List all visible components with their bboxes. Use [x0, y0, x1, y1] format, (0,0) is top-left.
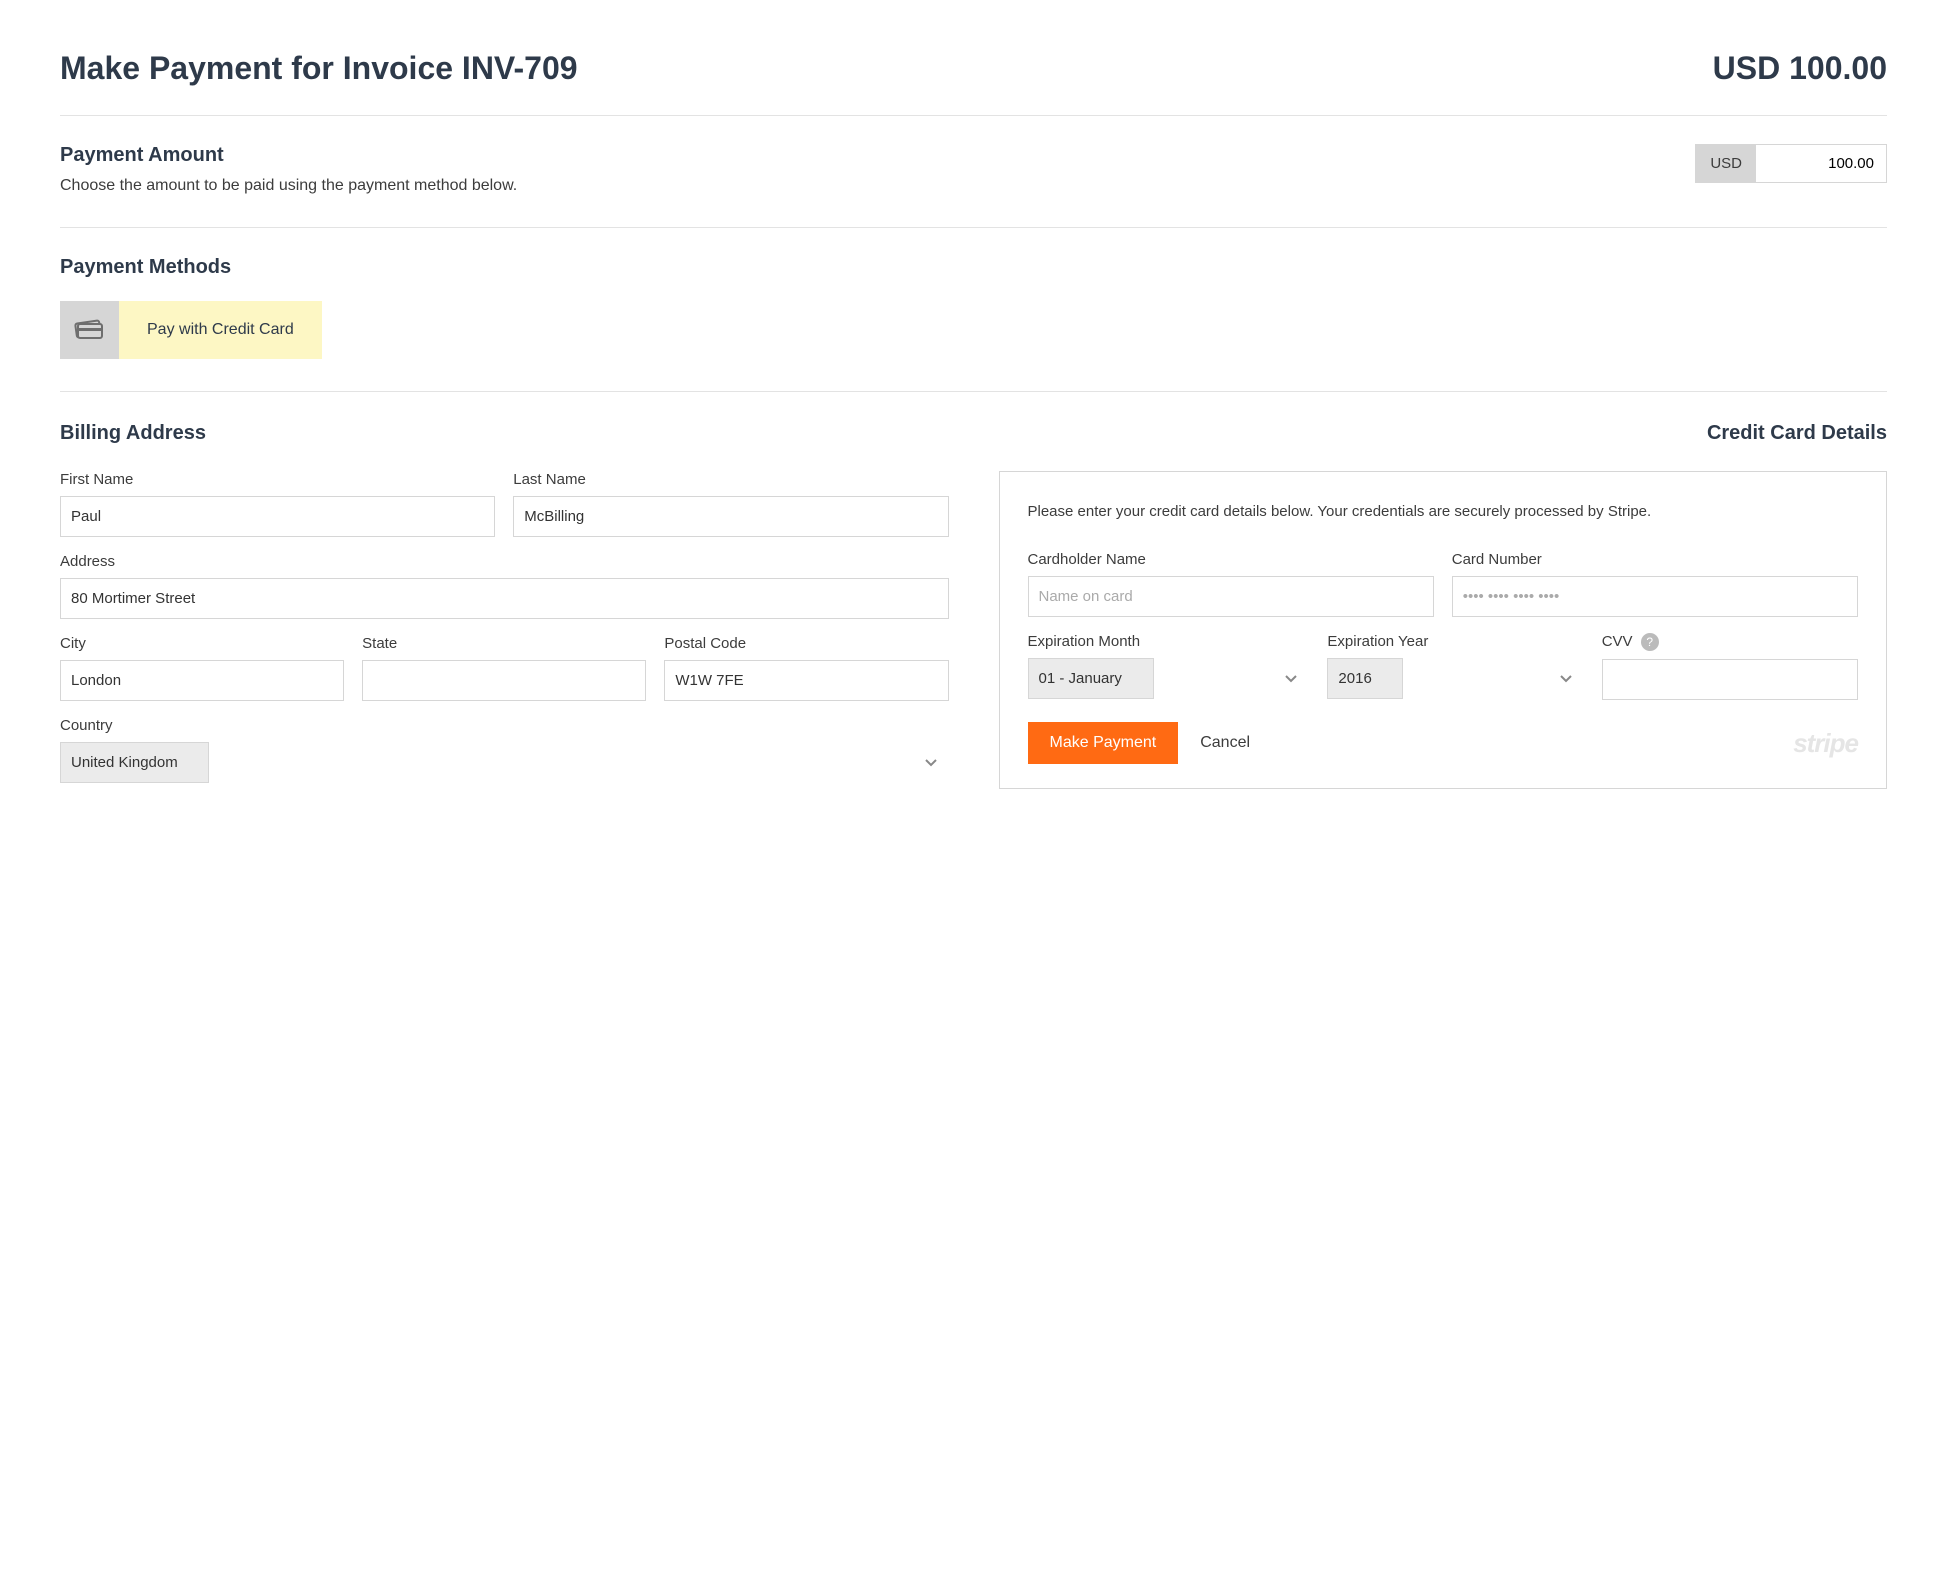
- billing-address-heading: Billing Address: [60, 422, 949, 445]
- page-title: Make Payment for Invoice INV-709: [60, 50, 578, 87]
- exp-year-select[interactable]: 2016: [1327, 658, 1403, 699]
- stripe-logo: stripe: [1793, 728, 1858, 759]
- currency-label: USD: [1696, 145, 1756, 182]
- last-name-input[interactable]: [513, 496, 948, 537]
- cancel-button[interactable]: Cancel: [1200, 734, 1250, 752]
- payment-amount-heading: Payment Amount: [60, 144, 517, 167]
- address-input[interactable]: [60, 578, 949, 619]
- payment-amount-input[interactable]: [1756, 145, 1886, 182]
- state-label: State: [362, 635, 646, 652]
- country-select[interactable]: United Kingdom: [60, 742, 209, 783]
- payment-amount-input-group: USD: [1695, 144, 1887, 183]
- first-name-input[interactable]: [60, 496, 495, 537]
- card-panel-note: Please enter your credit card details be…: [1028, 500, 1859, 523]
- card-number-label: Card Number: [1452, 551, 1858, 568]
- credit-card-details-heading: Credit Card Details: [999, 422, 1888, 445]
- exp-month-label: Expiration Month: [1028, 633, 1310, 650]
- exp-month-select[interactable]: 01 - January: [1028, 658, 1154, 699]
- cvv-label: CVV ?: [1602, 633, 1858, 651]
- city-label: City: [60, 635, 344, 652]
- postal-code-label: Postal Code: [664, 635, 948, 652]
- payment-amount-subtext: Choose the amount to be paid using the p…: [60, 177, 517, 195]
- last-name-label: Last Name: [513, 471, 948, 488]
- exp-year-label: Expiration Year: [1327, 633, 1583, 650]
- city-input[interactable]: [60, 660, 344, 701]
- country-label: Country: [60, 717, 949, 734]
- card-number-input[interactable]: [1452, 576, 1858, 617]
- payment-method-label: Pay with Credit Card: [118, 301, 322, 359]
- cvv-label-text: CVV: [1602, 633, 1633, 650]
- invoice-amount: USD 100.00: [1713, 50, 1887, 87]
- payment-method-credit-card[interactable]: Pay with Credit Card: [60, 301, 322, 359]
- chevron-down-icon: [1560, 675, 1572, 683]
- help-icon[interactable]: ?: [1641, 633, 1659, 651]
- chevron-down-icon: [925, 759, 937, 767]
- credit-card-icon: [60, 301, 118, 359]
- make-payment-button[interactable]: Make Payment: [1028, 722, 1179, 764]
- cvv-input[interactable]: [1602, 659, 1858, 700]
- chevron-down-icon: [1285, 675, 1297, 683]
- first-name-label: First Name: [60, 471, 495, 488]
- cardholder-name-label: Cardholder Name: [1028, 551, 1434, 568]
- credit-card-panel: Please enter your credit card details be…: [999, 471, 1888, 789]
- postal-code-input[interactable]: [664, 660, 948, 701]
- payment-methods-heading: Payment Methods: [60, 256, 1887, 279]
- cardholder-name-input[interactable]: [1028, 576, 1434, 617]
- state-input[interactable]: [362, 660, 646, 701]
- address-label: Address: [60, 553, 949, 570]
